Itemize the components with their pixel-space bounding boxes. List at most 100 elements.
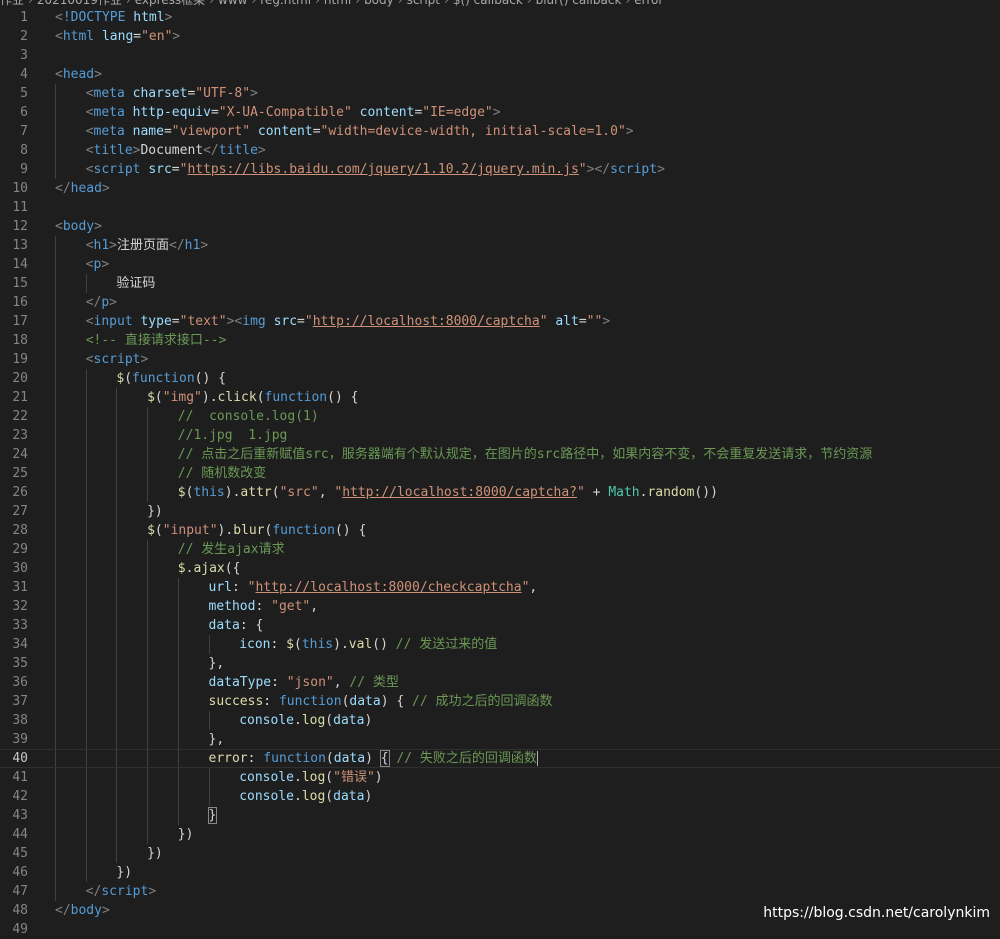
code-line[interactable]: 43} — [0, 806, 1000, 825]
code-line[interactable]: 25 // 随机数改变 — [0, 464, 1000, 483]
code-token: }) — [177, 827, 194, 842]
breadcrumb-item[interactable]: blur() callback — [536, 0, 622, 7]
indent-guide — [147, 730, 149, 749]
code-line[interactable]: 39}, — [0, 730, 1000, 749]
breadcrumb[interactable]: 作业 › 20210019作业 › express框架 › www › reg.html › htm… — [0, 0, 1000, 8]
code-token: ( — [154, 390, 163, 405]
code-line[interactable]: 28 $("input").blur(function() { — [0, 521, 1000, 540]
line-number: 4 — [20, 67, 28, 82]
code-token: ) — [364, 789, 373, 804]
code-token: ). — [217, 523, 234, 538]
code-line[interactable]: 21 $("img").click(function() { — [0, 388, 1000, 407]
code-line[interactable]: 22 // console.log(1) — [0, 407, 1000, 426]
code-line[interactable]: 16 </p> — [0, 293, 1000, 312]
code-line[interactable]: 13 <h1>注册页面</h1> — [0, 236, 1000, 255]
code-line[interactable]: 18 <!-- 直接请求接口--> — [0, 331, 1000, 350]
code-line[interactable]: 36 dataType: "json", // 类型 — [0, 673, 1000, 692]
breadcrumb-item[interactable]: 20210019作业 — [37, 0, 122, 7]
line-number: 6 — [20, 105, 28, 120]
code-token: console — [239, 789, 294, 804]
code-line[interactable]: 15 验证码 — [0, 274, 1000, 293]
breadcrumb-item[interactable]: script — [407, 0, 440, 7]
code-token: , — [529, 580, 538, 595]
indent-guide — [85, 445, 87, 464]
breadcrumb-item[interactable]: 作业 — [0, 0, 24, 7]
code-line[interactable]: 1 <!DOCTYPE html> — [0, 8, 1000, 27]
code-line[interactable]: 32 method: "get", — [0, 597, 1000, 616]
indent-guide — [147, 407, 149, 426]
code-line[interactable]: 34 icon: $(this).val() // 发送过来的值 — [0, 635, 1000, 654]
code-token: lang — [101, 29, 134, 44]
indent-guide — [147, 483, 149, 502]
code-line[interactable]: 17 <input type="text"><img src="http://lo… — [0, 312, 1000, 331]
code-line[interactable]: 41 console.log("错误") — [0, 768, 1000, 787]
line-number: 30 — [12, 561, 28, 576]
code-line[interactable]: 37 success: function(data) { // 成功之后的回调函数 — [0, 692, 1000, 711]
code-token: </ — [55, 903, 71, 918]
code-line[interactable]: 29 // 发生ajax请求 — [0, 540, 1000, 559]
code-line[interactable]: 3 — [0, 46, 1000, 65]
breadcrumb-item[interactable]: $() callback — [453, 0, 523, 7]
breadcrumb-item[interactable]: html — [324, 0, 351, 7]
indent-guide — [147, 673, 149, 692]
code-line[interactable]: 8 <title>Document</title> — [0, 141, 1000, 160]
indent-guide — [55, 160, 56, 179]
code-line[interactable]: 35}, — [0, 654, 1000, 673]
code-line[interactable]: 27}) — [0, 502, 1000, 521]
code-line[interactable]: 44}) — [0, 825, 1000, 844]
breadcrumb-item[interactable]: reg.html — [260, 0, 311, 7]
indent-guide — [55, 692, 56, 711]
indent-guide — [55, 350, 56, 369]
code-line[interactable]: 33 data: { — [0, 616, 1000, 635]
code-token: console — [239, 713, 294, 728]
breadcrumb-item[interactable]: body — [364, 0, 394, 7]
code-token: : — [247, 751, 264, 766]
code-line[interactable]: 31 url: "http://localhost:8000/checkcaptc… — [0, 578, 1000, 597]
indent-guide — [116, 445, 118, 464]
line-number: 5 — [20, 86, 28, 101]
code-line[interactable]: 24 // 点击之后重新赋值src，服务器端有个默认规定，在图片的src路径中，如… — [0, 445, 1000, 464]
indent-guide — [147, 806, 149, 825]
code-token: () { — [327, 390, 359, 405]
code-line[interactable]: 14 <p> — [0, 255, 1000, 274]
code-line[interactable]: 20 $(function() { — [0, 369, 1000, 388]
code-text: // 点击之后重新赋值src，服务器端有个默认规定，在图片的src路径中，如果内… — [178, 445, 872, 464]
code-line[interactable]: 47 </script> — [0, 882, 1000, 901]
breadcrumb-item[interactable]: express框架 — [135, 0, 205, 7]
code-token: Math — [608, 485, 640, 500]
breadcrumb-item[interactable]: www — [218, 0, 247, 7]
code-token: }) — [147, 504, 163, 519]
code-line[interactable]: 4 <head> — [0, 65, 1000, 84]
code-line[interactable]: 40 error: function(data) { // 失败之后的回调函数 — [0, 749, 1000, 768]
code-line[interactable]: 11 — [0, 198, 1000, 217]
code-line[interactable]: 6 <meta http-equiv="X-UA-Compatible" cont… — [0, 103, 1000, 122]
code-line[interactable]: 9 <script src="https://libs.baidu.com/jqu… — [0, 160, 1000, 179]
code-token: " — [334, 485, 343, 500]
code-line[interactable]: 26 $(this).attr("src", "http://localhost:… — [0, 483, 1000, 502]
code-editor[interactable]: 1 <!DOCTYPE html> 2 <html lang="en"> 3 4 <head… — [0, 8, 1000, 939]
code-token: ></ — [586, 162, 611, 177]
code-line[interactable]: 5 <meta charset="UTF-8"> — [0, 84, 1000, 103]
code-line[interactable]: 12 <body> — [0, 217, 1000, 236]
code-line[interactable]: 2 <html lang="en"> — [0, 27, 1000, 46]
code-text: // console.log(1) — [178, 407, 319, 426]
code-line[interactable]: 7 <meta name="viewport" content="width=de… — [0, 122, 1000, 141]
breadcrumb-item[interactable]: error — [634, 0, 663, 7]
line-number: 32 — [12, 599, 28, 614]
code-line[interactable]: 23 //1.jpg 1.jpg — [0, 426, 1000, 445]
indent-guide — [85, 426, 87, 445]
code-line[interactable]: 45}) — [0, 844, 1000, 863]
code-text: 验证码 — [116, 274, 155, 293]
code-line[interactable]: 10 </head> — [0, 179, 1000, 198]
code-text: $.ajax({ — [178, 559, 241, 578]
code-line[interactable]: 42 console.log(data) — [0, 787, 1000, 806]
code-line[interactable]: 38 console.log(data) — [0, 711, 1000, 730]
code-line[interactable]: 30 $.ajax({ — [0, 559, 1000, 578]
code-token: 验证码 — [116, 276, 156, 291]
code-token: "en" — [141, 29, 173, 44]
code-text: <script src="https://libs.baidu.com/jque… — [86, 160, 665, 179]
code-line[interactable]: 19 <script> — [0, 350, 1000, 369]
code-token: // 点击之后重新赋值src，服务器端有个默认规定，在图片的src路径中，如果内… — [177, 447, 873, 462]
code-line[interactable]: 46}) — [0, 863, 1000, 882]
code-line[interactable]: 49 — [0, 920, 1000, 939]
